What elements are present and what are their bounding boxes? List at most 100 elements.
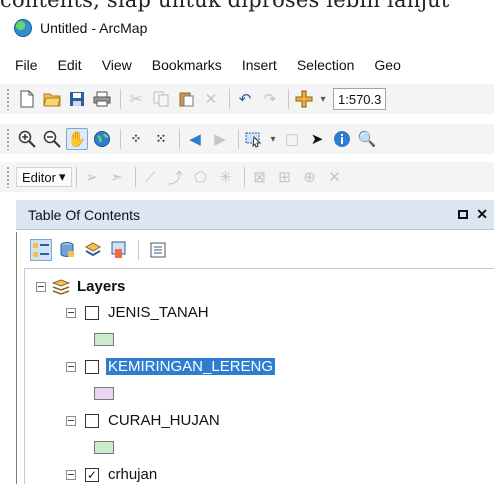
- toolbar-separator: [243, 167, 245, 187]
- editor-label: Editor: [22, 169, 56, 185]
- list-by-source-icon[interactable]: [56, 239, 78, 261]
- open-folder-icon[interactable]: [41, 88, 63, 110]
- copy-icon[interactable]: [150, 88, 172, 110]
- window-titlebar[interactable]: Untitled - ArcMap: [0, 14, 494, 42]
- layer-row-curah-hujan[interactable]: CURAH_HUJAN: [66, 412, 220, 429]
- delete-icon[interactable]: ✕: [200, 88, 222, 110]
- select-elements-arrow-icon[interactable]: ➤: [306, 128, 328, 150]
- toc-header[interactable]: Table Of Contents ✕: [16, 200, 494, 230]
- menu-selection[interactable]: Selection: [294, 55, 358, 75]
- back-arrow-icon[interactable]: ◀: [184, 128, 206, 150]
- redo-icon[interactable]: ↷: [259, 88, 281, 110]
- layers-stack-icon: [52, 278, 70, 295]
- editor-menu-button[interactable]: Editor ▾: [16, 167, 72, 187]
- trace-icon[interactable]: ⤴: [165, 166, 187, 188]
- layer-symbol-swatch[interactable]: [94, 441, 114, 454]
- layer-row-crhujan[interactable]: ✓ crhujan: [66, 466, 157, 483]
- save-icon[interactable]: [66, 88, 88, 110]
- new-document-icon[interactable]: [16, 88, 38, 110]
- collapse-toggle-icon[interactable]: [66, 415, 76, 426]
- layer-row-jenis-tanah[interactable]: JENIS_TANAH: [66, 304, 209, 321]
- forward-arrow-icon[interactable]: ▶: [209, 128, 231, 150]
- cut-icon[interactable]: ✂: [125, 88, 147, 110]
- construction-tools-icon[interactable]: ⬠: [190, 166, 212, 188]
- layers-root-label: Layers: [77, 278, 126, 295]
- toolbar-separator: [229, 89, 230, 109]
- straight-segment-icon[interactable]: ⟋: [140, 166, 162, 188]
- add-data-icon[interactable]: [293, 88, 315, 110]
- toolbar-separator: [238, 129, 239, 149]
- toolbar-separator: [120, 129, 121, 149]
- map-scale-field[interactable]: 1:570.3: [333, 88, 387, 110]
- collapse-toggle-icon[interactable]: [36, 281, 46, 292]
- toc-toolbar-separator: [138, 240, 139, 260]
- menu-file[interactable]: File: [12, 55, 41, 75]
- close-icon[interactable]: ✕: [476, 206, 488, 223]
- layer-visibility-checkbox-checked[interactable]: ✓: [85, 467, 99, 482]
- options-icon[interactable]: [147, 239, 169, 261]
- full-extent-globe-icon[interactable]: [91, 128, 113, 150]
- paste-icon[interactable]: [175, 88, 197, 110]
- delete-feature-icon[interactable]: ✕: [324, 166, 346, 188]
- reshape-icon[interactable]: ⊞: [274, 166, 296, 188]
- collapse-toggle-icon[interactable]: [66, 361, 76, 372]
- fixed-zoom-out-icon[interactable]: ⁙: [150, 128, 172, 150]
- layer-name[interactable]: CURAH_HUJAN: [108, 412, 220, 429]
- cut-polygons-icon[interactable]: ⊕: [299, 166, 321, 188]
- edit-annotation-icon[interactable]: ➣: [106, 166, 128, 188]
- toolbar-separator: [179, 129, 180, 149]
- collapse-toggle-icon[interactable]: [66, 469, 76, 480]
- menu-edit[interactable]: Edit: [55, 55, 85, 75]
- toolbar-separator: [120, 89, 121, 109]
- menu-bar: File Edit View Bookmarks Insert Selectio…: [0, 52, 494, 78]
- layer-row-kemiringan-lereng[interactable]: KEMIRINGAN_LERENG: [66, 358, 276, 375]
- undo-icon[interactable]: ↶: [234, 88, 256, 110]
- menu-insert[interactable]: Insert: [239, 55, 280, 75]
- select-dropdown-icon[interactable]: ▾: [268, 128, 278, 150]
- list-by-selection-icon[interactable]: [108, 239, 130, 261]
- toolbar-grip[interactable]: [6, 128, 10, 150]
- list-by-visibility-icon[interactable]: [82, 239, 104, 261]
- restore-window-icon[interactable]: [458, 210, 469, 219]
- editor-toolbar: Editor ▾ ➢ ➣ ⟋ ⤴ ⬠ ✳ ⊠ ⊞ ⊕ ✕: [0, 162, 494, 192]
- layer-symbol-swatch[interactable]: [94, 333, 114, 346]
- chevron-down-icon: ▾: [58, 169, 66, 184]
- collapse-toggle-icon[interactable]: [66, 307, 76, 318]
- pan-hand-icon[interactable]: ✋: [66, 128, 88, 150]
- menu-bookmarks[interactable]: Bookmarks: [149, 55, 225, 75]
- snapping-icon[interactable]: ✳: [215, 166, 237, 188]
- zoom-out-icon[interactable]: [41, 128, 63, 150]
- toolbar-separator: [288, 89, 289, 109]
- toolbar-separator: [134, 167, 136, 187]
- layer-symbol-swatch[interactable]: [94, 387, 114, 400]
- toolbar-grip[interactable]: [6, 166, 10, 188]
- menu-view[interactable]: View: [99, 55, 135, 75]
- tools-toolbar: ✋ ⁘ ⁙ ◀ ▶ ▾ ▢ ➤ 🔍: [0, 124, 494, 154]
- print-icon[interactable]: [91, 88, 113, 110]
- fixed-zoom-in-icon[interactable]: ⁘: [125, 128, 147, 150]
- layer-name-selected[interactable]: KEMIRINGAN_LERENG: [106, 358, 276, 375]
- menu-geoprocessing[interactable]: Geo: [371, 55, 403, 75]
- toolbar-grip[interactable]: [6, 88, 10, 110]
- layer-visibility-checkbox[interactable]: [85, 359, 99, 374]
- list-by-drawing-order-icon[interactable]: [30, 239, 52, 261]
- zoom-in-icon[interactable]: [16, 128, 38, 150]
- arcmap-globe-icon: [14, 19, 32, 37]
- layer-visibility-checkbox[interactable]: [85, 413, 99, 428]
- window-title: Untitled - ArcMap: [40, 20, 148, 36]
- find-icon[interactable]: 🔍: [356, 128, 378, 150]
- edit-tool-icon[interactable]: ➢: [81, 166, 103, 188]
- layers-root-row[interactable]: Layers: [36, 278, 125, 295]
- layer-name[interactable]: crhujan: [108, 466, 157, 483]
- select-features-icon[interactable]: [243, 128, 265, 150]
- standard-toolbar: ✂ ✕ ↶ ↷ ▾ 1:570.3: [0, 84, 494, 114]
- identify-icon[interactable]: [331, 128, 353, 150]
- add-data-dropdown-icon[interactable]: ▾: [318, 88, 328, 110]
- toc-toolbar: [30, 236, 169, 264]
- background-document-text: contents, siap untuk diproses lebih lanj…: [0, 0, 450, 12]
- clear-selection-icon[interactable]: ▢: [281, 128, 303, 150]
- layer-visibility-checkbox[interactable]: [85, 305, 99, 320]
- layer-name[interactable]: JENIS_TANAH: [108, 304, 209, 321]
- toc-title: Table Of Contents: [28, 206, 141, 223]
- edit-vertices-icon[interactable]: ⊠: [249, 166, 271, 188]
